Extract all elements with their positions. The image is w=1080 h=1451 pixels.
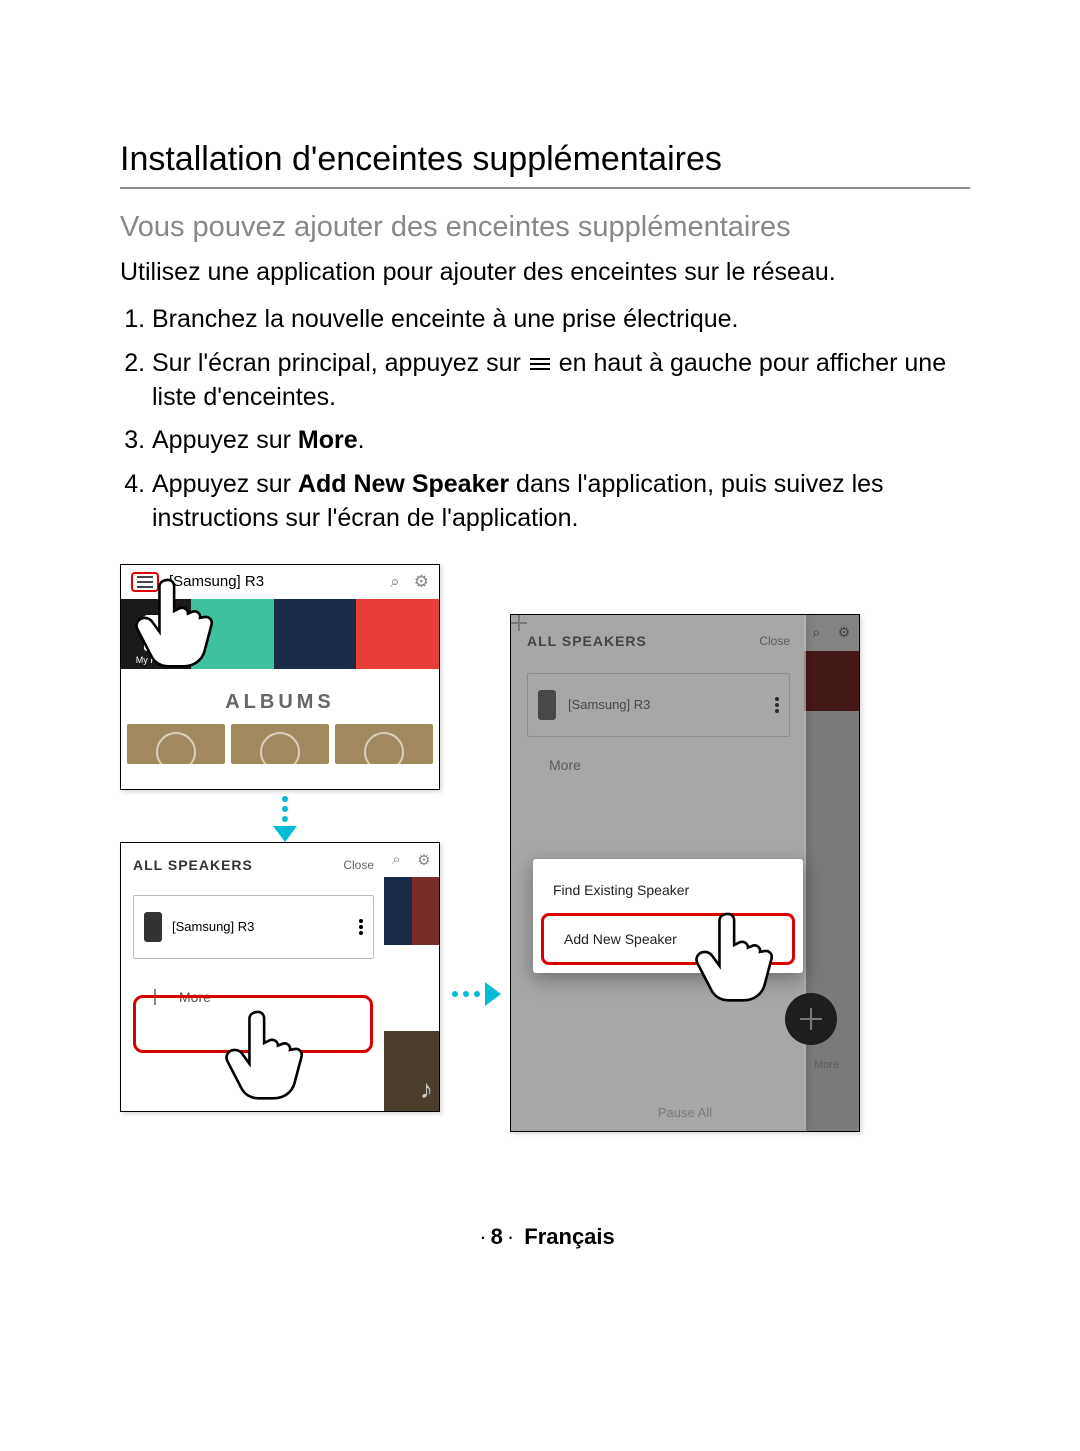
speaker-side-panel: ALL SPEAKERS Close [Samsung] R3 More xyxy=(121,843,386,1111)
page-number: 8 xyxy=(491,1224,503,1249)
add-speaker-popup: Find Existing Speaker Add New Speaker xyxy=(533,859,803,973)
search-icon[interactable]: ⌕ xyxy=(390,572,400,592)
search-icon: ⌕ xyxy=(813,624,821,641)
intro-text: Utilisez une application pour ajouter de… xyxy=(120,258,970,287)
more-row: More xyxy=(531,757,786,773)
dimmed-background: ⌕⚙ xyxy=(804,615,859,1131)
screenshot-main-app: [Samsung] R3 ⌕ ⚙ My Phone ALBUMS xyxy=(120,564,440,790)
source-tiles: My Phone xyxy=(121,599,439,669)
step-1: Branchez la nouvelle enceinte à une pris… xyxy=(152,303,970,337)
page-footer: ·8· Français xyxy=(120,1224,970,1250)
speaker-name: [Samsung] R3 xyxy=(172,919,254,934)
hamburger-button-highlighted[interactable] xyxy=(131,572,159,592)
speaker-row[interactable]: [Samsung] R3 xyxy=(133,895,374,959)
gear-icon: ⚙ xyxy=(417,851,430,869)
step-3-text-a: Appuyez sur xyxy=(152,426,298,454)
kebab-icon[interactable] xyxy=(359,917,363,937)
step-4-text-a: Appuyez sur xyxy=(152,470,298,498)
tile-my-phone-label: My Phone xyxy=(136,655,177,665)
gear-icon: ⚙ xyxy=(838,624,851,641)
album-thumb[interactable] xyxy=(127,724,225,764)
step-list: Branchez la nouvelle enceinte à une pris… xyxy=(120,303,970,536)
panel-title: ALL SPEAKERS xyxy=(133,857,253,873)
step-3-text-c: . xyxy=(358,426,365,454)
step-2: Sur l'écran principal, appuyez sur en ha… xyxy=(152,347,970,415)
step-2-text-a: Sur l'écran principal, appuyez sur xyxy=(152,349,528,377)
highlight-ring-more xyxy=(133,995,373,1053)
step-4: Appuyez sur Add New Speaker dans l'appli… xyxy=(152,468,970,536)
subtitle: Vous pouvez ajouter des enceintes supplé… xyxy=(120,211,970,244)
popup-item-add-new-highlighted[interactable]: Add New Speaker xyxy=(541,913,795,965)
manual-page: Installation d'enceintes supplémentaires… xyxy=(0,0,1080,1310)
close-button: Close xyxy=(759,634,790,648)
screenshot-speaker-panel: ⌕⚙ ALL SPEAKERS Close [Samsung] R3 More xyxy=(120,842,440,1112)
close-button[interactable]: Close xyxy=(343,858,374,872)
tile-service-2[interactable] xyxy=(274,599,357,669)
speaker-icon xyxy=(538,690,556,720)
dimmed-background: ⌕⚙ xyxy=(384,843,439,1111)
flow-arrow-right xyxy=(452,982,501,1006)
album-thumb[interactable] xyxy=(231,724,329,764)
screenshot-add-speaker-popup: ⌕⚙ ALL SPEAKERS Close [Samsung] R3 More xyxy=(510,614,860,1132)
speaker-name: [Samsung] R3 xyxy=(568,697,650,712)
figure-area: [Samsung] R3 ⌕ ⚙ My Phone ALBUMS xyxy=(120,564,970,1184)
step-4-keyword: Add New Speaker xyxy=(298,470,509,498)
fab-add xyxy=(785,993,837,1045)
hamburger-icon xyxy=(530,355,550,373)
step-3-keyword: More xyxy=(298,426,358,454)
kebab-icon xyxy=(775,695,779,715)
album-thumb[interactable] xyxy=(335,724,433,764)
fab-label: More xyxy=(814,1059,839,1071)
pause-all-bar: Pause All xyxy=(511,1095,859,1131)
page-language: Français xyxy=(524,1224,615,1249)
albums-heading: ALBUMS xyxy=(121,669,439,724)
search-icon: ⌕ xyxy=(392,851,400,868)
app-topbar: [Samsung] R3 ⌕ ⚙ xyxy=(121,565,439,599)
popup-item-find-existing[interactable]: Find Existing Speaker xyxy=(533,867,803,913)
tile-service-1[interactable] xyxy=(191,599,274,669)
tile-my-phone[interactable]: My Phone xyxy=(121,599,191,669)
topbar-title: [Samsung] R3 xyxy=(169,573,264,590)
more-label: More xyxy=(549,757,581,773)
flow-arrow-down xyxy=(270,796,300,836)
section-title: Installation d'enceintes supplémentaires xyxy=(120,140,970,189)
album-row xyxy=(121,724,439,764)
speaker-icon xyxy=(144,912,162,942)
tile-service-3[interactable] xyxy=(356,599,439,669)
step-3: Appuyez sur More. xyxy=(152,424,970,458)
gear-icon[interactable]: ⚙ xyxy=(414,572,429,592)
speaker-row: [Samsung] R3 xyxy=(527,673,790,737)
panel-title: ALL SPEAKERS xyxy=(527,633,647,649)
